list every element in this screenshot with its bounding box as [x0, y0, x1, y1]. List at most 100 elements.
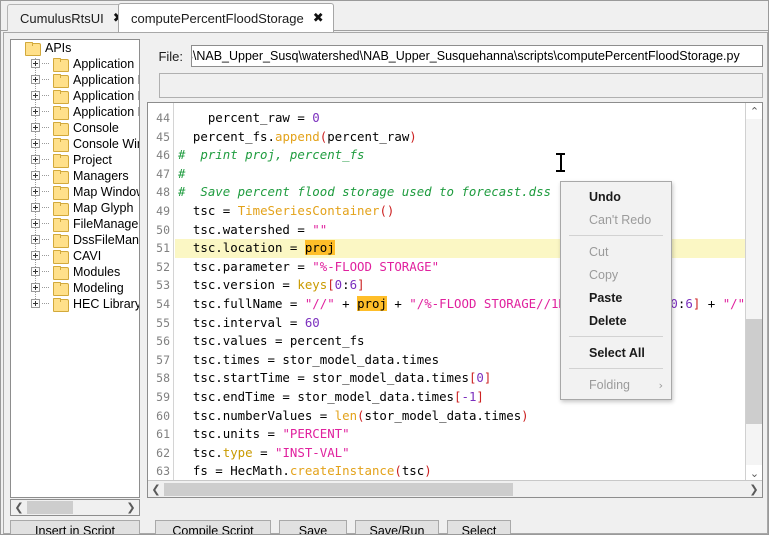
code-line[interactable]: percent_raw = 0	[175, 109, 745, 128]
folder-icon	[53, 170, 69, 184]
scroll-thumb[interactable]	[164, 482, 514, 496]
api-tree[interactable]: APIs Application Application F Application …	[10, 39, 140, 498]
editor-vertical-scrollbar[interactable]: ⌃ ⌄	[745, 103, 762, 481]
scroll-down-icon[interactable]: ⌄	[746, 465, 762, 481]
scroll-track[interactable]	[27, 500, 123, 515]
tab-cumulus-rts-ui[interactable]: CumulusRtsUI ✖	[7, 4, 134, 31]
tab-label: CumulusRtsUI	[20, 10, 104, 26]
scroll-left-icon[interactable]: ❮	[148, 482, 164, 497]
scroll-right-icon[interactable]: ❯	[123, 500, 139, 515]
tree-item-label: Modules	[73, 265, 121, 279]
tab-compute-percent-flood-storage[interactable]: computePercentFloodStorage ✖	[118, 3, 334, 32]
select-button[interactable]: Select	[447, 520, 511, 534]
code-line[interactable]: # print proj, percent_fs	[175, 146, 745, 165]
scroll-track[interactable]	[746, 119, 762, 465]
tree-item[interactable]: Modeling	[11, 280, 139, 296]
save-run-button[interactable]: Save/Run	[355, 520, 439, 534]
tree-item-apis[interactable]: APIs	[11, 40, 139, 56]
tree-item[interactable]: Project	[11, 152, 139, 168]
code-line[interactable]: tsc.units = "PERCENT"	[175, 425, 745, 444]
scroll-left-icon[interactable]: ❮	[11, 500, 27, 515]
scroll-track[interactable]	[164, 482, 746, 497]
line-number-gutter: 44 45 46 47 48 49 50 51 52 53 54 55 56 57 58 59 60 61 62 63…	[148, 103, 174, 497]
folder-icon	[53, 298, 69, 312]
tree-item[interactable]: Modules	[11, 264, 139, 280]
scroll-thumb[interactable]	[27, 501, 74, 514]
tree-item[interactable]: Console Win	[11, 136, 139, 152]
menu-item-delete[interactable]: Delete	[561, 309, 671, 332]
tree-connector	[42, 127, 49, 128]
folder-icon	[53, 74, 69, 88]
tree-connector	[42, 95, 49, 96]
folder-icon	[53, 122, 69, 136]
tree-item[interactable]: Application F	[11, 72, 139, 88]
tree-item[interactable]: Application	[11, 56, 139, 72]
folder-icon	[53, 250, 69, 264]
menu-item-undo[interactable]: Undo	[561, 185, 671, 208]
expand-icon[interactable]	[31, 219, 40, 228]
tree-item[interactable]: CAVI	[11, 248, 139, 264]
expand-icon[interactable]	[31, 283, 40, 292]
tree-horizontal-scrollbar[interactable]: ❮ ❯	[10, 499, 140, 516]
editor-context-menu[interactable]: Undo Can't Redo Cut Copy Paste Delete Select A…	[560, 181, 672, 400]
code-line[interactable]: tsc.numberValues = len(stor_model_data.t…	[175, 407, 745, 426]
code-line[interactable]: fs = HecMath.createInstance(tsc)	[175, 462, 745, 481]
tree-item[interactable]: Map Window	[11, 184, 139, 200]
expand-icon[interactable]	[31, 123, 40, 132]
expand-icon[interactable]	[31, 187, 40, 196]
menu-item-paste[interactable]: Paste	[561, 286, 671, 309]
expand-icon[interactable]	[31, 155, 40, 164]
tree-connector	[42, 303, 49, 304]
tree-item[interactable]: Application P	[11, 104, 139, 120]
compile-script-button[interactable]: Compile Script	[155, 520, 271, 534]
code-line[interactable]: percent_fs.append(percent_raw)	[175, 128, 745, 147]
line-number: 63	[156, 464, 170, 479]
menu-separator	[569, 368, 663, 369]
expand-icon[interactable]	[31, 91, 40, 100]
line-number: 51	[156, 241, 170, 256]
line-number: 54	[156, 296, 170, 311]
menu-item-cut: Cut	[561, 240, 671, 263]
expand-icon[interactable]	[31, 139, 40, 148]
menu-item-select-all[interactable]: Select All	[561, 341, 671, 364]
scroll-right-icon[interactable]: ❯	[746, 482, 762, 497]
close-icon[interactable]: ✖	[313, 12, 324, 25]
expand-icon[interactable]	[31, 203, 40, 212]
editor-horizontal-scrollbar[interactable]: ❮ ❯	[148, 480, 762, 497]
tree-item[interactable]: Managers	[11, 168, 139, 184]
expand-icon[interactable]	[31, 171, 40, 180]
scroll-up-icon[interactable]: ⌃	[746, 103, 762, 119]
menu-item-can-t-redo: Can't Redo	[561, 208, 671, 231]
scroll-thumb[interactable]	[746, 319, 762, 424]
menu-item-label: Cut	[589, 244, 609, 259]
menu-item-label: Select All	[589, 345, 645, 360]
tree-connector	[42, 111, 49, 112]
line-number: 48	[156, 185, 170, 200]
expand-icon[interactable]	[31, 75, 40, 84]
tree-connector	[42, 191, 49, 192]
expand-icon[interactable]	[31, 107, 40, 116]
tree-item[interactable]: DssFileMana	[11, 232, 139, 248]
tree-connector	[42, 159, 49, 160]
code-line[interactable]: tsc.type = "INST-VAL"	[175, 444, 745, 463]
insert-in-script-button[interactable]: Insert in Script	[10, 520, 140, 534]
tree-connector	[42, 255, 49, 256]
file-label: File:	[158, 48, 183, 64]
tree-item[interactable]: Map Glyph	[11, 200, 139, 216]
line-number: 59	[156, 389, 170, 404]
expand-icon[interactable]	[31, 235, 40, 244]
expand-icon[interactable]	[31, 251, 40, 260]
tree-item[interactable]: Application D	[11, 88, 139, 104]
expand-icon[interactable]	[31, 299, 40, 308]
line-number: 53	[156, 278, 170, 293]
expand-icon[interactable]	[31, 267, 40, 276]
tree-item[interactable]: HEC Library	[11, 296, 139, 312]
save-button[interactable]: Save	[279, 520, 347, 534]
expand-icon[interactable]	[31, 59, 40, 68]
tree-item[interactable]: Console	[11, 120, 139, 136]
tree-connector	[42, 271, 49, 272]
tree-item[interactable]: FileManager	[11, 216, 139, 232]
folder-icon	[53, 186, 69, 200]
file-path-input[interactable]: 2_3\NAB_Upper_Susq\watershed\NAB_Upper_S…	[191, 45, 763, 67]
tree-item-label: Application D	[73, 89, 139, 103]
